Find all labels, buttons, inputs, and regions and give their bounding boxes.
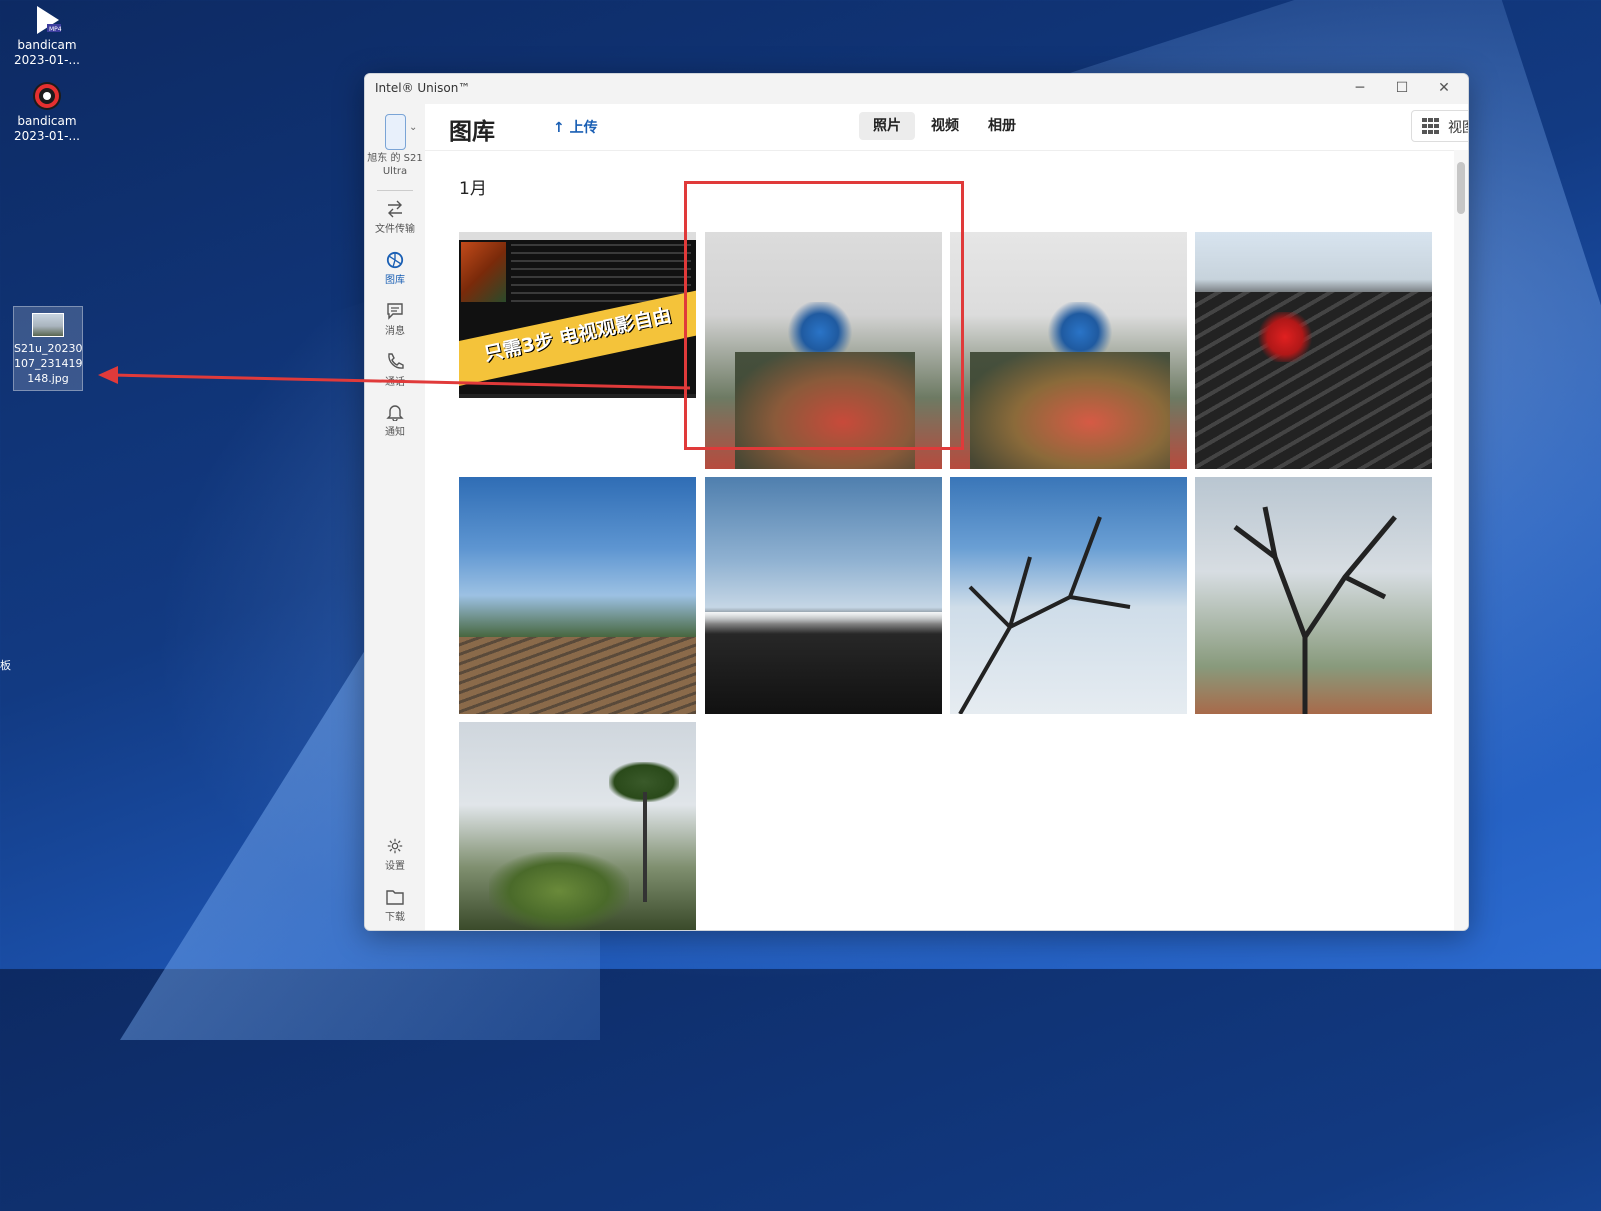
annotation-arrow	[98, 366, 691, 390]
